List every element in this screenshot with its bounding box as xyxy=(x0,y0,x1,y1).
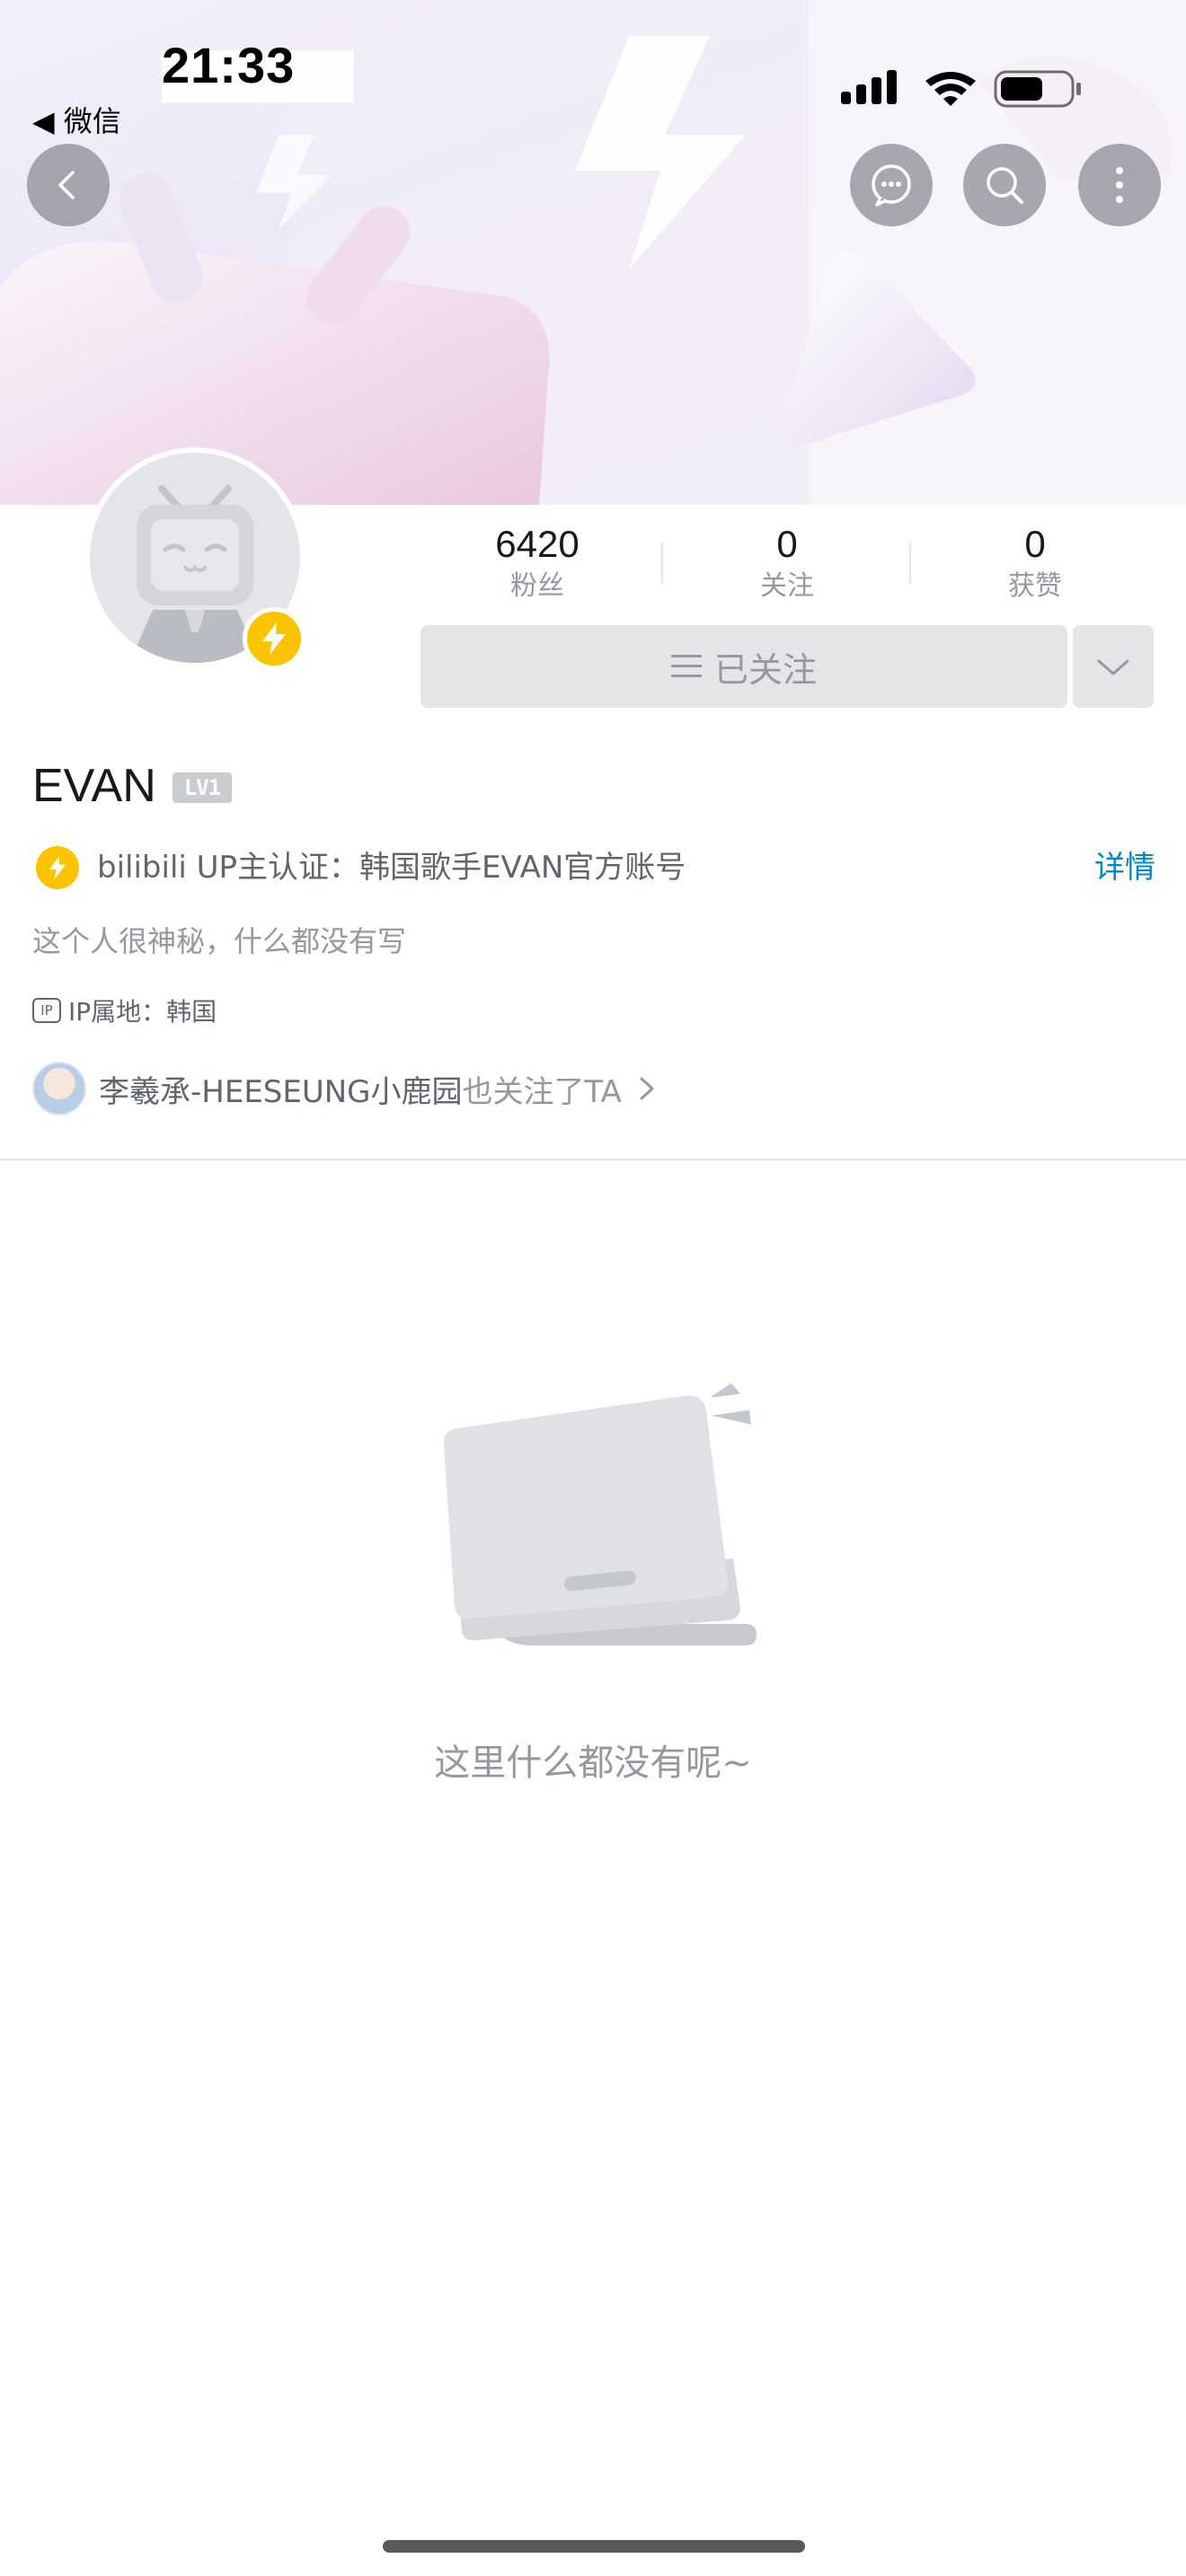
follow-options-button[interactable] xyxy=(1073,625,1154,708)
ip-location-text: IP属地：韩国 xyxy=(68,997,217,1027)
following-label: 关注 xyxy=(760,570,814,602)
home-indicator[interactable] xyxy=(383,2540,805,2553)
verification-row: bilibili UP主认证：韩国歌手EVAN官方账号 详情 xyxy=(32,842,1155,893)
back-to-app-link[interactable]: ◀ 微信 xyxy=(32,99,121,140)
stat-divider xyxy=(661,543,663,584)
search-button[interactable] xyxy=(963,144,1046,226)
mutual-user-name: 李羲承-HEESEUNG小鹿园 xyxy=(99,1073,463,1110)
followed-button[interactable]: 已关注 xyxy=(420,625,1067,708)
user-name: EVAN xyxy=(32,760,156,812)
battery-icon xyxy=(994,70,1081,108)
lightning-icon xyxy=(262,622,286,655)
verified-badge xyxy=(243,607,305,670)
wifi-icon xyxy=(925,72,976,106)
ip-icon: IP xyxy=(32,998,61,1023)
followed-button-label: 已关注 xyxy=(713,649,817,690)
empty-state-text: 这里什么都没有呢~ xyxy=(434,1742,752,1784)
level-badge: LV1 xyxy=(173,772,232,803)
verification-text: bilibili UP主认证：韩国歌手EVAN官方账号 xyxy=(97,850,686,886)
mutual-follow-row[interactable]: 李羲承-HEESEUNG小鹿园 也关注了TA xyxy=(32,1060,656,1117)
fans-count: 6420 xyxy=(495,523,580,565)
chevron-down-icon xyxy=(1097,659,1129,675)
empty-state-illustration xyxy=(431,1374,764,1665)
status-time: 21:33 xyxy=(162,37,296,93)
user-signature: 这个人很神秘，什么都没有写 xyxy=(32,924,407,958)
following-count: 0 xyxy=(776,523,798,565)
stat-likes[interactable]: 0 获赞 xyxy=(936,521,1134,605)
likes-label: 获赞 xyxy=(1008,570,1062,602)
stat-following[interactable]: 0 关注 xyxy=(688,521,886,605)
search-icon xyxy=(987,167,1023,204)
cellular-signal-icon xyxy=(841,70,897,104)
lightning-icon xyxy=(36,846,79,889)
mutual-user-avatar xyxy=(32,1062,86,1116)
back-button[interactable] xyxy=(27,144,110,226)
message-button[interactable] xyxy=(850,144,933,226)
chevron-right-icon xyxy=(640,1077,654,1100)
stat-fans[interactable]: 6420 粉丝 xyxy=(438,521,636,605)
verification-detail-link[interactable]: 详情 xyxy=(1094,848,1155,887)
profile-banner: 21:33 ◀ 微信 xyxy=(0,0,1186,505)
more-button[interactable] xyxy=(1078,144,1161,226)
more-vertical-icon xyxy=(1116,167,1123,203)
fans-label: 粉丝 xyxy=(510,570,564,602)
stat-divider xyxy=(909,543,911,584)
mutual-follow-suffix: 也关注了TA xyxy=(462,1073,622,1110)
section-divider xyxy=(0,1159,1186,1160)
menu-lines-icon xyxy=(670,655,702,677)
likes-count: 0 xyxy=(1024,523,1046,565)
chat-bubble-icon xyxy=(872,164,911,207)
ip-location-row: IP IP属地：韩国 xyxy=(32,992,217,1029)
chevron-left-icon xyxy=(58,171,75,199)
